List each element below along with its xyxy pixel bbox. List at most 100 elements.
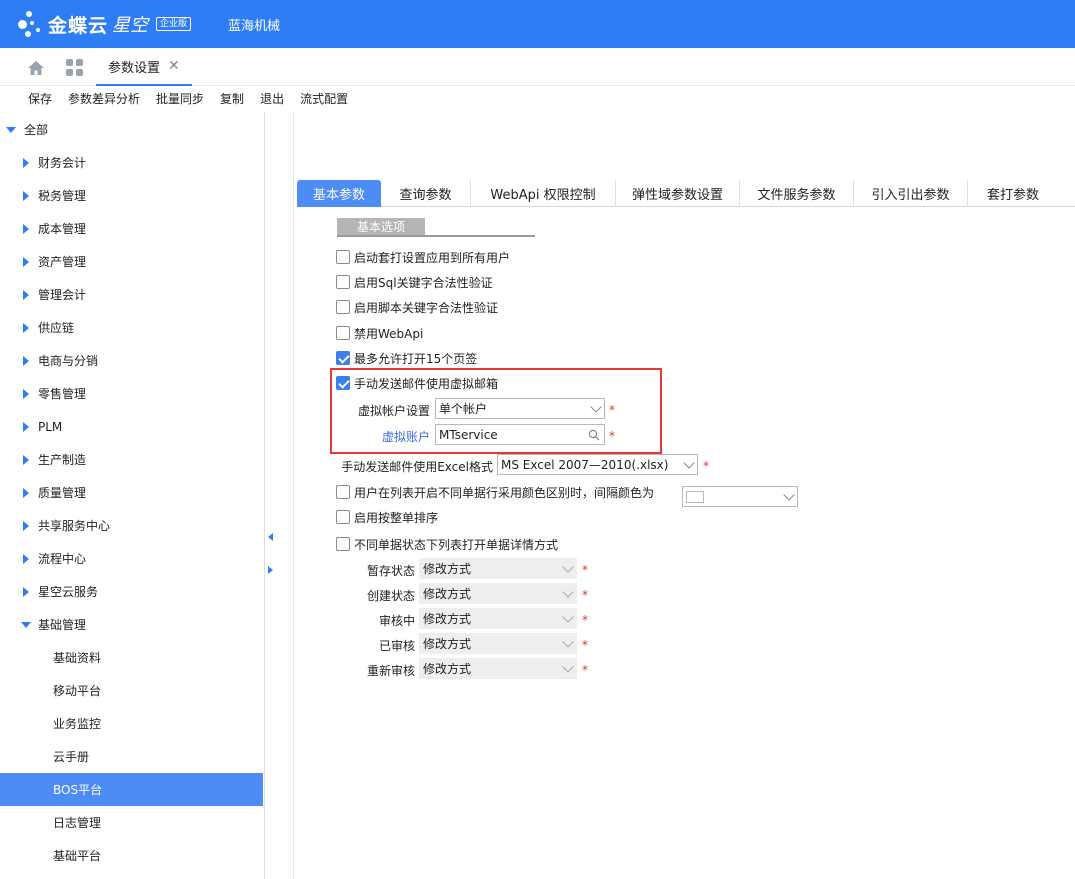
sidebar-item-manufacturing[interactable]: 生产制造 [0,443,263,476]
tab-bar: 参数设置 ✕ [0,48,1075,86]
batch-sync-button[interactable]: 批量同步 [156,90,204,107]
tab-import-export[interactable]: 引入引出参数 [854,180,968,207]
parameter-tabs: 基本参数 查询参数 WebApi 权限控制 弹性域参数设置 文件服务参数 引入引… [297,180,1075,207]
sidebar-item-label: 基础平台 [53,849,102,863]
sidebar-item-cloud-services[interactable]: 星空云服务 [0,575,263,608]
expand-icon[interactable] [6,126,16,133]
sidebar-item-supply-chain[interactable]: 供应链 [0,311,263,344]
expand-icon [21,621,31,628]
panel-toggle [268,533,276,599]
brand-logo[interactable]: 金蝶云 星空 企业版 [16,8,192,40]
collapse-icon [23,388,29,399]
sidebar-item-assets[interactable]: 资产管理 [0,245,263,278]
close-icon[interactable]: ✕ [168,58,180,74]
option-max-tabs[interactable]: 最多允许打开15个页签 [336,348,477,368]
excel-format-select[interactable]: MS Excel 2007—2010(.xlsx) [497,454,698,475]
checkbox[interactable] [336,537,350,551]
sidebar-item-label: 税务管理 [38,189,87,203]
tab-file-service[interactable]: 文件服务参数 [740,180,854,207]
edition-badge: 企业版 [156,17,192,31]
sidebar-item-plm[interactable]: PLM [0,410,263,443]
checkbox[interactable] [336,275,350,289]
sidebar-item-shared-services[interactable]: 共享服务中心 [0,509,263,542]
sidebar-item-label: 流程中心 [38,552,87,566]
collapse-icon [23,190,29,201]
status-select-reviewing[interactable]: 修改方式 [419,608,577,629]
sidebar-child-basic-data[interactable]: 基础资料 [0,641,263,674]
sidebar-item-process-center[interactable]: 流程中心 [0,542,263,575]
sidebar-item-basic-management[interactable]: 基础管理 [0,608,263,641]
option-apply-print-all[interactable]: 启动套打设置应用到所有用户 [336,247,510,267]
sidebar-child-cloud-manual[interactable]: 云手册 [0,740,263,773]
company-name[interactable]: 蓝海机械 [228,15,280,34]
option-label: 禁用WebApi [354,326,424,341]
sidebar-item-cost[interactable]: 成本管理 [0,212,263,245]
home-icon[interactable] [27,60,45,76]
sidebar-item-finance[interactable]: 财务会计 [0,146,263,179]
sidebar-item-label: 资产管理 [38,255,87,269]
color-swatch [686,490,704,503]
checkbox[interactable] [336,326,350,340]
status-label-approved: 已审核 [378,639,415,653]
sidebar-child-business-monitor[interactable]: 业务监控 [0,707,263,740]
tab-label: 参数设置 [108,60,161,76]
sidebar-item-retail[interactable]: 零售管理 [0,377,263,410]
tab-query-params[interactable]: 查询参数 [381,180,471,207]
checkbox-checked[interactable] [336,351,350,365]
content-divider [293,112,294,879]
required-mark: * [582,588,588,602]
collapse-icon [23,520,29,531]
sidebar-item-label: 供应链 [38,321,75,335]
color-picker[interactable] [682,486,798,507]
sidebar-item-tax[interactable]: 税务管理 [0,179,263,212]
sidebar-item-quality[interactable]: 质量管理 [0,476,263,509]
option-disable-webapi[interactable]: 禁用WebApi [336,323,423,343]
tab-webapi-permission[interactable]: WebApi 权限控制 [471,180,616,207]
checkbox[interactable] [336,485,350,499]
flow-config-button[interactable]: 流式配置 [300,90,348,107]
excel-format-label: 手动发送邮件使用Excel格式 [341,460,493,474]
sidebar-child-bos-platform[interactable]: BOS平台 [0,773,263,806]
tab-parameter-settings[interactable]: 参数设置 ✕ [96,48,192,86]
collapse-left-icon[interactable] [268,533,273,541]
grid-icon[interactable] [66,59,84,77]
collapse-icon [23,322,29,333]
save-button[interactable]: 保存 [28,90,52,107]
sidebar-item-label: 基础管理 [38,618,87,632]
option-script-keyword[interactable]: 启用脚本关键字合法性验证 [336,297,498,317]
option-sort-whole[interactable]: 启用按整单排序 [336,507,438,527]
option-sql-keyword[interactable]: 启用Sql关键字合法性验证 [336,272,493,292]
option-status-open-mode[interactable]: 不同单据状态下列表打开单据详情方式 [336,534,558,554]
copy-button[interactable]: 复制 [220,90,244,107]
toolbar: 保存 参数差异分析 批量同步 复制 退出 流式配置 [0,86,1075,110]
status-select-created[interactable]: 修改方式 [419,583,577,604]
logo-subtext: 星空 [112,15,149,36]
sidebar-item-management-accounting[interactable]: 管理会计 [0,278,263,311]
checkbox[interactable] [336,510,350,524]
sidebar-item-label: 云手册 [53,750,90,764]
sidebar-item-label: 财务会计 [38,156,87,170]
checkbox[interactable] [336,300,350,314]
exit-button[interactable]: 退出 [260,90,284,107]
sidebar-item-ecommerce[interactable]: 电商与分销 [0,344,263,377]
status-select-approved[interactable]: 修改方式 [419,633,577,654]
diff-analysis-button[interactable]: 参数差异分析 [68,90,140,107]
sidebar-item-root[interactable]: 全部 [0,113,263,146]
sidebar-child-mobile-platform[interactable]: 移动平台 [0,674,263,707]
sidebar-item-label: 质量管理 [38,486,87,500]
option-label: 启动套打设置应用到所有用户 [354,250,511,265]
sidebar-item-label: 移动平台 [53,684,102,698]
sidebar-child-log-management[interactable]: 日志管理 [0,806,263,839]
tab-print-template[interactable]: 套打参数 [968,180,1058,207]
status-select-rereview[interactable]: 修改方式 [419,658,577,679]
tab-flex-field[interactable]: 弹性域参数设置 [616,180,740,207]
status-select-draft[interactable]: 修改方式 [419,558,577,579]
expand-right-icon[interactable] [268,566,273,574]
tab-basic-params[interactable]: 基本参数 [297,180,381,207]
chevron-down-icon [562,611,574,623]
option-row-color[interactable]: 用户在列表开启不同单据行采用颜色区别时，间隔颜色为 [336,482,654,502]
chevron-down-icon [683,457,695,469]
sidebar-child-basic-platform[interactable]: 基础平台 [0,839,263,872]
section-title: 基本选项 [337,218,425,236]
checkbox[interactable] [336,250,350,264]
